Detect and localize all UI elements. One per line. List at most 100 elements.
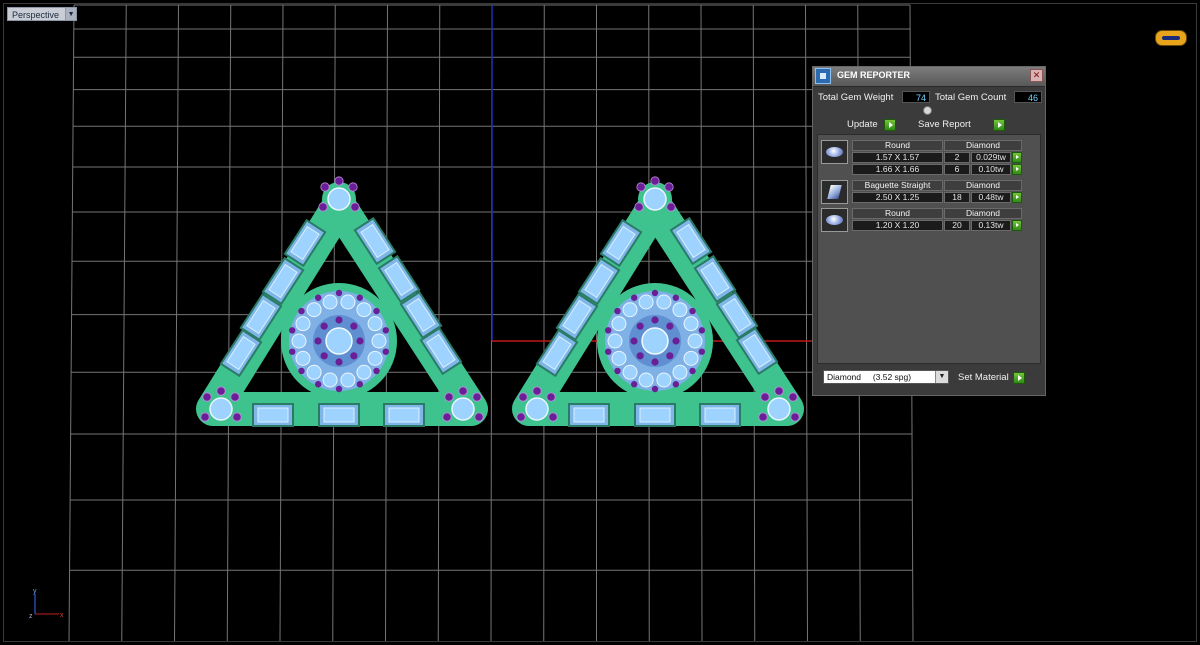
pave-bead [651,289,659,297]
set-material-arrow-icon[interactable] [1012,371,1025,384]
pave-bead [335,385,343,393]
pave-stone [611,316,627,332]
grid-line [174,4,179,641]
update-label: Update [847,119,878,130]
pave-stone [356,302,372,318]
gem-weight: 0.13tw [971,220,1011,231]
row-select-arrow-icon[interactable] [1012,164,1022,175]
inner-bead [335,316,343,324]
pave-bead [614,307,621,315]
pave-stone [638,372,654,388]
prong-bead [548,412,558,422]
pave-bead [289,348,296,355]
prong-bead [666,202,676,212]
pave-bead [298,367,305,375]
pave-bead [672,381,680,388]
prong-bead [758,412,768,422]
pave-stone [340,372,356,388]
prong-bead [318,202,328,212]
gem-reporter-panel[interactable]: GEM REPORTER ✕ Total Gem Weight 74 Total… [812,66,1046,396]
gem-weight: 0.48tw [971,192,1011,203]
row-select-arrow-icon[interactable] [1012,152,1022,163]
center-stone [325,327,353,355]
chevron-down-icon[interactable]: ▼ [935,371,948,383]
collapse-toggle-icon[interactable] [923,106,932,115]
baguette-stone [252,403,294,427]
brand-logo-icon [1155,30,1187,46]
gem-material: Diamond [944,208,1022,219]
inner-bead [636,322,644,330]
pave-bead [614,367,621,375]
material-select[interactable]: Diamond (3.52 spg) ▼ [823,370,949,384]
grid-line [543,4,545,641]
gem-count: 18 [944,192,970,203]
pave-bead [289,327,296,334]
total-gem-count-value: 46 [1014,91,1042,103]
pave-stone [656,294,672,310]
pave-stone [356,364,372,380]
pave-bead [335,289,343,297]
baguette-table [388,407,420,423]
prong-bead [230,392,240,402]
update-arrow-icon[interactable] [883,118,896,131]
inner-bead [636,352,644,360]
close-button[interactable]: ✕ [1030,69,1043,82]
save-report-label: Save Report [918,119,971,130]
prong-bead [348,182,358,192]
prong-bead [200,412,210,422]
pave-stone [611,350,627,366]
viewport-label[interactable]: Perspective ▼ [7,7,78,21]
panel-titlebar[interactable]: GEM REPORTER ✕ [813,67,1045,87]
gem-material: Diamond [944,140,1022,151]
total-gem-weight-label: Total Gem Weight [818,92,894,103]
pave-bead [698,327,705,334]
gem-size: 1.66 X 1.66 [852,164,943,175]
save-report-button[interactable]: Save Report [915,118,1005,131]
pave-bead [373,367,380,375]
viewport-dropdown-icon[interactable]: ▼ [66,7,78,21]
prong-bead [232,412,242,422]
gem-reporter-icon [815,68,831,84]
round-gem-icon[interactable] [821,140,848,164]
inner-bead [666,322,674,330]
baguette-table [323,407,355,423]
row-select-arrow-icon[interactable] [1012,220,1022,231]
save-report-arrow-icon[interactable] [992,118,1005,131]
baguette-stone [634,403,676,427]
pave-bead [382,327,389,334]
pave-bead [314,381,322,388]
set-material-label: Set Material [958,372,1009,383]
pave-stone [340,294,356,310]
corner-stone [643,187,667,211]
pave-stone [371,333,387,349]
inner-bead [320,322,328,330]
prong-bead [634,202,644,212]
gem-weight: 0.10tw [971,164,1011,175]
set-material-button[interactable]: Set Material [955,371,1025,384]
axis-indicator: y z x [29,588,64,620]
center-stone [641,327,669,355]
prong-bead [442,412,452,422]
corner-stone [327,187,351,211]
gem-list[interactable]: Round Diamond 1.57 X 1.57 2 0.029tw 1.66… [817,134,1041,364]
prong-bead [650,176,660,186]
row-select-arrow-icon[interactable] [1012,192,1022,203]
grid-line [805,4,808,641]
pave-bead [298,307,305,315]
gem-material: Diamond [944,180,1022,191]
total-gem-weight-value: 74 [902,91,930,103]
prong-bead [458,386,468,396]
gem-shape: Baguette Straight [852,180,943,191]
prong-bead [474,412,484,422]
pave-bead [373,307,380,315]
pave-stone [322,294,338,310]
baguette-stone [318,403,360,427]
inner-bead [666,352,674,360]
pave-stone [291,333,307,349]
baguette-stone [699,403,741,427]
baguette-gem-icon[interactable] [821,180,848,204]
inner-bead [350,352,358,360]
update-button[interactable]: Update [844,118,896,131]
viewport-name[interactable]: Perspective [7,7,67,21]
round-gem-icon[interactable] [821,208,848,232]
